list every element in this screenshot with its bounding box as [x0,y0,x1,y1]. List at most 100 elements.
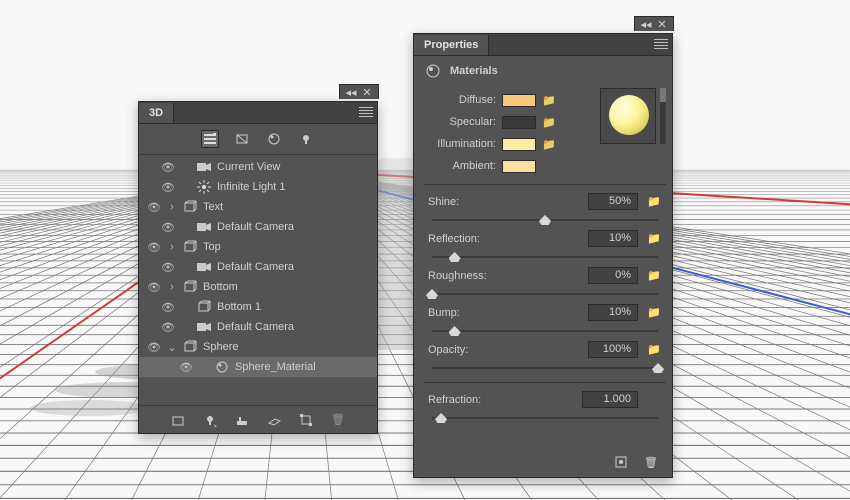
visibility-eye-icon[interactable]: 👁 [161,321,175,334]
refraction-slider: Refraction: 1.000 [428,391,662,424]
tree-row-label: Infinite Light 1 [217,181,371,193]
tree-row-label: Bottom 1 [217,301,371,313]
shine-thumb[interactable] [539,215,551,225]
bump-thumb[interactable] [449,326,461,336]
render-icon[interactable] [297,411,315,429]
reflection-track[interactable] [432,251,658,263]
delete-icon[interactable]: 🗑 [329,411,347,429]
visibility-eye-icon[interactable]: 👁 [147,341,161,354]
shine-texture-icon[interactable]: 📁 [646,195,662,208]
close-icon[interactable]: ✕ [657,19,667,29]
preview-scrollbar[interactable] [660,88,666,144]
refraction-value[interactable]: 1.000 [582,391,638,408]
bump-value[interactable]: 10% [588,304,638,321]
panel-3d: ◂◂ ✕ 3D 👁Current View👁Infinite Light 1👁›… [138,101,378,434]
opacity-track[interactable] [432,362,658,374]
shine-slider: Shine: 50% 📁 [428,193,662,226]
tree-row[interactable]: 👁Default Camera [139,317,377,337]
diffuse-texture-icon[interactable]: 📁 [542,94,556,106]
filter-scene-icon[interactable] [201,130,219,148]
mesh-icon [183,280,197,294]
panel-properties: ◂◂ ✕ Properties Materials Diffuse: 📁 Spe… [413,33,673,478]
diffuse-swatch[interactable] [502,94,536,107]
opacity-texture-icon[interactable]: 📁 [646,343,662,356]
new-group-icon[interactable] [233,411,251,429]
tree-row[interactable]: 👁 Bottom 1 [139,297,377,317]
reflection-thumb[interactable] [449,252,461,262]
visibility-eye-icon[interactable]: 👁 [161,161,175,174]
roughness-thumb[interactable] [426,289,438,299]
tree-row-label: Default Camera [217,221,371,233]
reflection-texture-icon[interactable]: 📁 [646,232,662,245]
roughness-track[interactable] [432,288,658,300]
tree-row[interactable]: 👁 › Text [139,197,377,217]
panel-properties-handle[interactable]: ◂◂ ✕ [634,16,674,31]
disclosure-icon[interactable]: ⌄ [167,341,177,354]
new-plane-icon[interactable] [265,411,283,429]
filter-lights-icon[interactable] [297,130,315,148]
filter-materials-icon[interactable] [265,130,283,148]
shine-value[interactable]: 50% [588,193,638,210]
visibility-eye-icon[interactable]: 👁 [161,301,175,314]
shine-label: Shine: [428,196,498,208]
tree-row-label: Top [203,241,371,253]
tree-row-label: Current View [217,161,371,173]
panel-3d-handle[interactable]: ◂◂ ✕ [339,84,379,99]
delete-material-icon[interactable]: 🗑 [642,453,660,471]
new-mesh-icon[interactable] [169,411,187,429]
filter-meshes-icon[interactable] [233,130,251,148]
illumination-swatch[interactable] [502,138,536,151]
close-icon[interactable]: ✕ [362,87,372,97]
tab-properties[interactable]: Properties [414,35,489,55]
ambient-swatch[interactable] [502,160,536,173]
new-light-icon[interactable] [201,411,219,429]
tree-row[interactable]: 👁 Default Camera [139,217,377,237]
roughness-value[interactable]: 0% [588,267,638,284]
visibility-eye-icon[interactable]: 👁 [147,241,161,254]
mesh-icon [197,300,211,314]
opacity-value[interactable]: 100% [588,341,638,358]
visibility-eye-icon[interactable]: 👁 [147,281,161,294]
material-preview[interactable] [600,88,656,144]
tree-row[interactable]: 👁 Current View [139,157,377,177]
specular-texture-icon[interactable]: 📁 [542,116,556,128]
opacity-thumb[interactable] [652,363,664,373]
tree-row[interactable]: 👁 Infinite Light 1 [139,177,377,197]
tree-row[interactable]: 👁 › Top [139,237,377,257]
bump-track[interactable] [432,325,658,337]
render-settings-icon[interactable] [612,453,630,471]
visibility-eye-icon[interactable]: 👁 [147,201,161,214]
collapse-icon[interactable]: ◂◂ [641,19,651,29]
visibility-eye-icon[interactable]: 👁 [161,181,175,194]
visibility-eye-icon[interactable]: 👁 [179,361,193,374]
specular-swatch[interactable] [502,116,536,129]
bump-label: Bump: [428,307,498,319]
bump-slider: Bump: 10% 📁 [428,304,662,337]
disclosure-icon[interactable]: › [167,241,177,253]
reflection-value[interactable]: 10% [588,230,638,247]
tab-3d[interactable]: 3D [139,103,174,123]
illumination-label: Illumination: [428,138,496,150]
tree-row[interactable]: 👁Sphere_Material [139,357,377,377]
disclosure-icon[interactable]: › [167,281,177,293]
visibility-eye-icon[interactable]: 👁 [161,261,175,274]
mesh-icon [183,340,197,354]
bump-texture-icon[interactable]: 📁 [646,306,662,319]
tree-row[interactable]: 👁Default Camera [139,257,377,277]
refraction-thumb[interactable] [435,413,447,423]
tree-row[interactable]: 👁›Bottom [139,277,377,297]
refraction-track[interactable] [432,412,658,424]
roughness-texture-icon[interactable]: 📁 [646,269,662,282]
panel-3d-tabbar: 3D [139,102,377,124]
visibility-eye-icon[interactable]: 👁 [161,221,175,234]
shine-track[interactable] [432,214,658,226]
panel-3d-filter-toolbar [139,124,377,155]
tree-row[interactable]: 👁⌄Sphere [139,337,377,357]
tree-row-label: Text [203,201,371,213]
disclosure-icon[interactable]: › [167,201,177,213]
illumination-texture-icon[interactable]: 📁 [542,138,556,150]
refraction-label: Refraction: [428,394,498,406]
collapse-icon[interactable]: ◂◂ [346,87,356,97]
panel-properties-menu-icon[interactable] [654,37,668,51]
panel-3d-menu-icon[interactable] [359,105,373,119]
